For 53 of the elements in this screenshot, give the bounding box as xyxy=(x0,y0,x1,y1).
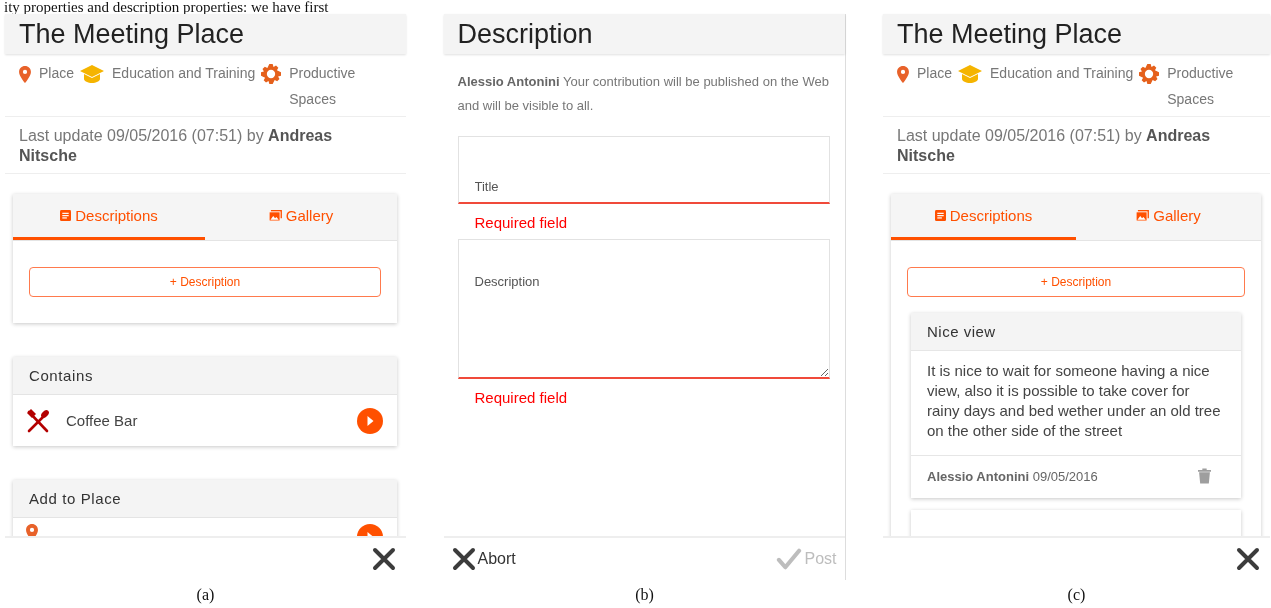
last-update-text: Last update 09/05/2016 (07:51) by Andreas Nitsche xyxy=(5,117,406,174)
error-message: Required field xyxy=(473,213,569,233)
image-icon xyxy=(268,210,282,221)
row-label: Coffee Bar xyxy=(66,412,139,429)
figure-caption: (c) xyxy=(1067,586,1086,604)
gear-icon xyxy=(1139,64,1160,85)
title-input-field[interactable]: Title xyxy=(457,136,830,204)
trash-icon[interactable] xyxy=(1198,468,1211,484)
category-label: Productive Spaces xyxy=(289,64,357,109)
tab[interactable]: Descriptions xyxy=(13,194,205,240)
image-icon xyxy=(1136,210,1150,221)
map-pin-icon xyxy=(897,65,909,83)
category-label: Productive Spaces xyxy=(1167,64,1235,109)
document-icon xyxy=(934,210,946,221)
screen-title: The Meeting Place xyxy=(897,18,1123,50)
tab[interactable]: Gallery xyxy=(1076,194,1261,240)
graduation-cap-icon xyxy=(80,65,105,84)
category-label: Place xyxy=(39,65,75,81)
category-label: Place xyxy=(917,65,953,81)
figure-caption: (a) xyxy=(196,586,215,604)
screen-title: Description xyxy=(457,18,593,50)
body-text-line: ity properties and description properties: we have first xyxy=(3,0,330,14)
screen-title: The Meeting Place xyxy=(19,18,245,50)
notice-text: Alessio Antonini Your contribution will be published on the Web and will be visible to all. xyxy=(456,73,830,115)
cutlery-icon xyxy=(26,408,50,433)
section-title: Add to Place xyxy=(13,480,397,518)
section-title: Contains xyxy=(13,357,397,395)
action-button[interactable]: Abort xyxy=(443,547,524,571)
play-circle-icon[interactable] xyxy=(357,407,383,434)
description-text: It is nice to wait for someone having a nice view, also it is possible to take cover for rainy days and bed wether under an old tree on the other side of the street xyxy=(911,351,1241,456)
close-icon xyxy=(1236,547,1260,571)
author-date: Alessio Antonini 09/05/2016 xyxy=(927,468,1098,484)
error-message: Required field xyxy=(473,388,569,408)
add-description-button[interactable]: + Description xyxy=(907,267,1245,297)
check-icon xyxy=(776,548,803,570)
close-icon xyxy=(372,547,396,571)
map-pin-icon xyxy=(19,65,31,83)
map-pin-icon xyxy=(26,524,38,536)
tab[interactable]: Descriptions xyxy=(891,194,1076,240)
last-update-text: Last update 09/05/2016 (07:51) by Andreas Nitsche xyxy=(883,117,1270,174)
description-title: Nice view xyxy=(911,313,1241,351)
figure-caption: (b) xyxy=(635,586,654,604)
description-text-area[interactable]: Description xyxy=(457,239,830,379)
close-icon xyxy=(451,547,476,571)
category-label: Education and Training xyxy=(112,65,256,81)
graduation-cap-icon xyxy=(958,65,983,84)
close-button[interactable] xyxy=(1236,547,1260,571)
document-icon xyxy=(60,210,72,221)
gear-icon xyxy=(261,64,282,85)
add-description-button[interactable]: + Description xyxy=(29,267,381,297)
close-button[interactable] xyxy=(372,547,396,571)
category-label: Education and Training xyxy=(990,65,1134,81)
tab[interactable]: Gallery xyxy=(205,194,397,240)
